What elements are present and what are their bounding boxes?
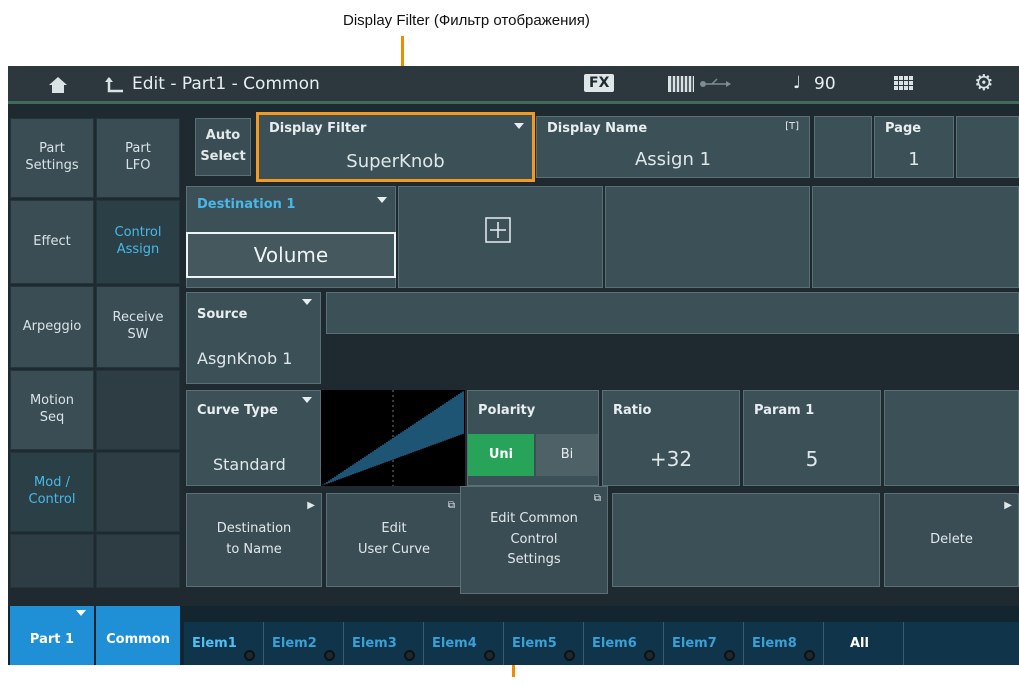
elem-switch-icon	[724, 650, 735, 661]
elem-switch-icon	[804, 650, 815, 661]
quarter-note-icon: ♩	[793, 73, 802, 93]
all-elements-tab[interactable]: All	[824, 622, 904, 665]
header-empty-cell	[814, 116, 872, 178]
dropdown-arrow-icon	[76, 610, 86, 616]
tempo-value[interactable]: 90	[814, 74, 836, 94]
play-icon: ▶	[1004, 500, 1012, 511]
popup-window-icon: ⧉	[447, 500, 455, 511]
title-bar: Edit - Part1 - Common FX ♩ 90 ⚙	[8, 66, 1019, 104]
tab-empty-2	[96, 452, 180, 532]
dropdown-arrow-icon	[302, 397, 312, 403]
add-destination-cell[interactable]	[398, 186, 603, 288]
destination-to-name-button[interactable]: ▶ Destination to Name	[186, 493, 322, 587]
tab-control-assign[interactable]: Control Assign	[96, 200, 180, 284]
edit-common-control-settings-button[interactable]: ⧉ Edit Common Control Settings	[460, 486, 608, 594]
tab-empty-4	[96, 534, 180, 588]
destination-empty-cell-1	[605, 186, 810, 288]
fx-badge[interactable]: FX	[584, 74, 615, 92]
tab-empty-1	[96, 370, 180, 450]
display-filter-callout: Display Filter (Фильтр отображения)	[343, 12, 590, 29]
curve-empty-cell	[884, 390, 1019, 486]
curve-graph	[321, 390, 465, 486]
usb-icon	[700, 78, 731, 87]
back-arrow-icon[interactable]	[105, 76, 125, 94]
dropdown-arrow-icon	[514, 123, 524, 129]
action-empty-cell	[612, 493, 880, 587]
plus-icon[interactable]	[485, 217, 511, 243]
text-entry-icon: [T]	[785, 121, 799, 132]
tab-motion-seq[interactable]: Motion Seq	[10, 370, 94, 450]
destination-value[interactable]: Volume	[186, 232, 396, 278]
display-name-field[interactable]: Display Name [T] Assign 1	[536, 116, 810, 178]
tab-part-settings[interactable]: Part Settings	[10, 118, 94, 198]
page-field[interactable]: Page 1	[874, 116, 954, 178]
elem-2-tab[interactable]: Elem2	[264, 622, 344, 665]
source-bar	[326, 292, 1019, 334]
display-filter-selector[interactable]: Display Filter SuperKnob	[256, 112, 535, 182]
param1-field[interactable]: Param 1 5	[743, 390, 881, 486]
delete-button[interactable]: ▶ Delete	[884, 493, 1019, 587]
elem-6-tab[interactable]: Elem6	[584, 622, 664, 665]
tab-part-lfo[interactable]: Part LFO	[96, 118, 180, 198]
home-icon[interactable]	[48, 76, 68, 94]
header-right-cell	[956, 116, 1019, 178]
elem-1-tab[interactable]: Elem1	[184, 622, 264, 665]
gear-icon[interactable]: ⚙	[974, 71, 994, 96]
elem-4-tab[interactable]: Elem4	[424, 622, 504, 665]
elem-switch-icon	[644, 650, 655, 661]
elem-switch-icon	[564, 650, 575, 661]
dropdown-arrow-icon	[302, 299, 312, 305]
part-selector[interactable]: Part 1	[10, 606, 94, 665]
elem-switch-icon	[404, 650, 415, 661]
destination-empty-cell-2	[812, 186, 1019, 288]
elem-switch-icon	[324, 650, 335, 661]
keyboard-icon	[668, 76, 694, 92]
edit-user-curve-button[interactable]: ⧉ Edit User Curve	[326, 493, 462, 587]
elem-switch-icon	[244, 650, 255, 661]
elem-switch-icon	[484, 650, 495, 661]
elem-3-tab[interactable]: Elem3	[344, 622, 424, 665]
grid-icon[interactable]	[894, 76, 914, 94]
tab-effect[interactable]: Effect	[10, 200, 94, 284]
synth-screen: Edit - Part1 - Common FX ♩ 90 ⚙ Part Sett…	[8, 66, 1019, 665]
elem-8-tab[interactable]: Elem8	[744, 622, 824, 665]
polarity-bi-button[interactable]: Bi	[536, 434, 598, 476]
play-icon: ▶	[307, 500, 315, 511]
element-strip: Elem1 Elem2 Elem3 Elem4 Elem5 Elem6 Elem…	[184, 622, 1019, 665]
curve-type-selector[interactable]: Curve Type Standard	[186, 390, 321, 486]
source-selector[interactable]: Source AsgnKnob 1	[186, 292, 321, 384]
common-tab[interactable]: Common	[96, 606, 180, 665]
auto-select-button[interactable]: Auto Select	[195, 118, 251, 176]
page-title: Edit - Part1 - Common	[132, 74, 320, 94]
polarity-uni-button[interactable]: Uni	[468, 434, 534, 476]
elem-5-tab[interactable]: Elem5	[504, 622, 584, 665]
tab-receive-sw[interactable]: Receive SW	[96, 286, 180, 368]
tab-mod-control[interactable]: Mod / Control	[10, 452, 94, 532]
ratio-field[interactable]: Ratio +32	[602, 390, 740, 486]
tab-arpeggio[interactable]: Arpeggio	[10, 286, 94, 368]
popup-window-icon: ⧉	[593, 493, 601, 504]
elem-7-tab[interactable]: Elem7	[664, 622, 744, 665]
tab-empty-3	[10, 534, 94, 588]
dropdown-arrow-icon	[377, 197, 387, 203]
